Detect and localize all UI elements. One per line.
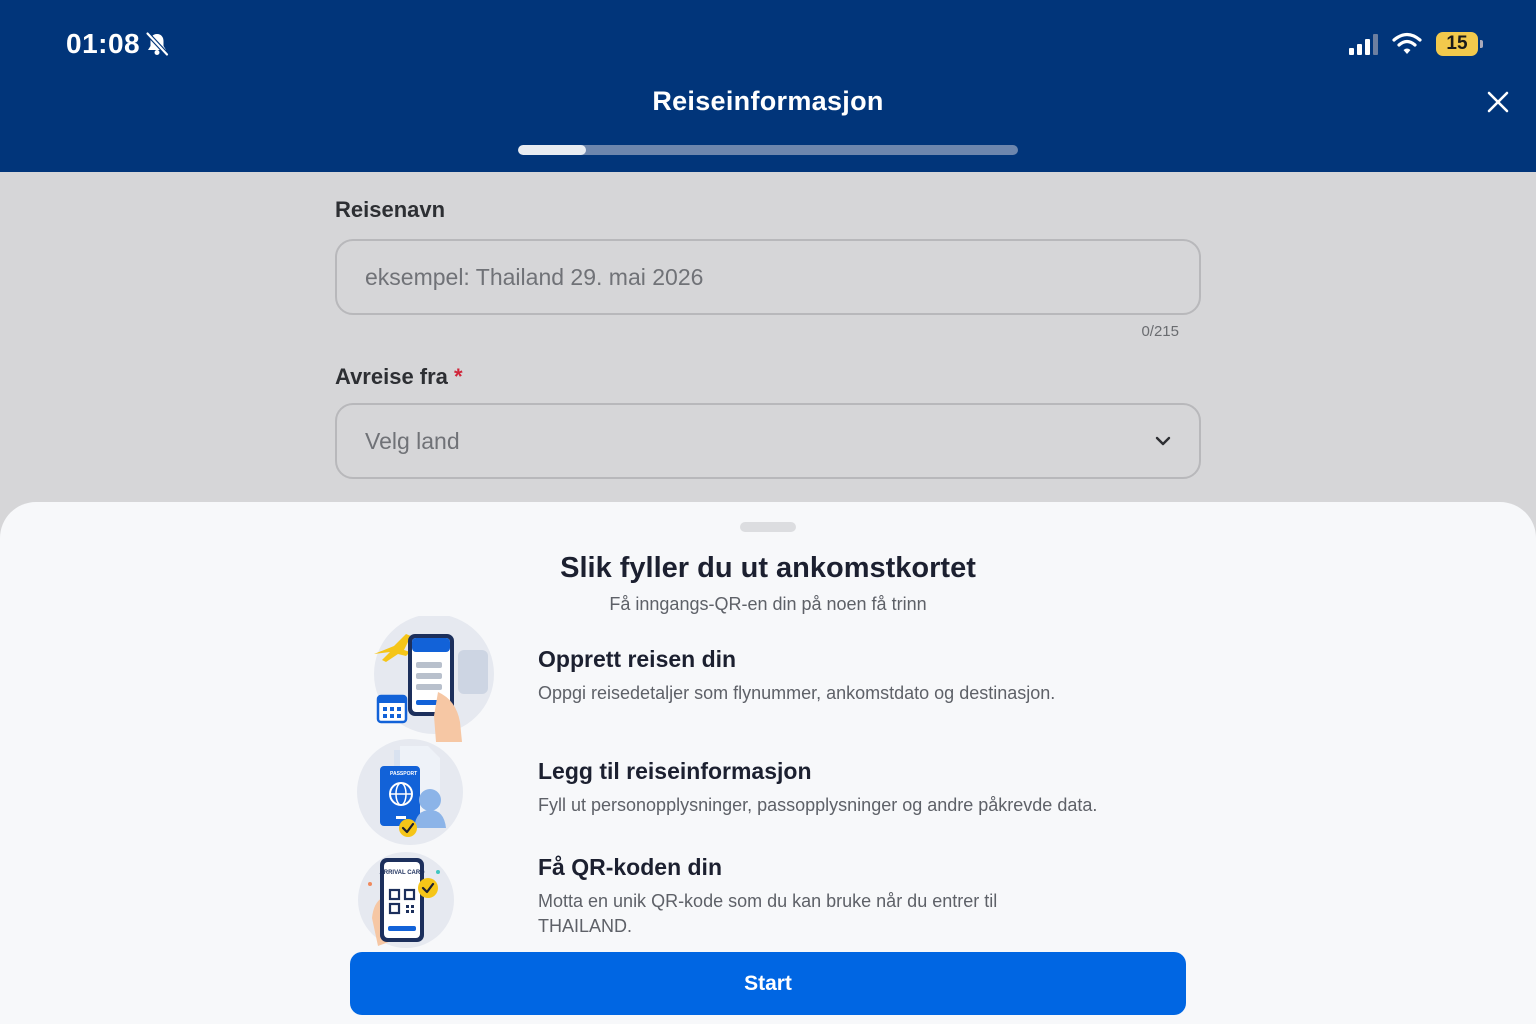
departure-select-value: Velg land <box>365 427 460 454</box>
passport-icon: PASSPORT <box>357 739 463 845</box>
trip-name-counter: 0/215 <box>1141 323 1179 340</box>
status-time: 01:08 <box>66 28 141 59</box>
passport-text: PASSPORT <box>390 771 417 777</box>
step-1-title: Opprett reisen din <box>538 646 737 672</box>
chevron-down-icon <box>1155 436 1171 446</box>
phone-flight-icon <box>374 616 494 742</box>
step-3-description: Motta en unik QR-kode som du kan bruke n… <box>538 891 998 936</box>
sheet-handle[interactable] <box>740 522 796 532</box>
step-2-description: Fyll ut personopplysninger, passopplysni… <box>538 795 1098 815</box>
arrival-card-text: ARRIVAL CARD <box>379 870 425 876</box>
progress-fill <box>518 145 586 155</box>
sheet-subtitle: Få inngangs-QR-en din på noen få trinn <box>609 594 927 614</box>
bell-slash-icon <box>145 31 169 57</box>
departure-label: Avreise fra * <box>335 364 1201 390</box>
qr-phone-icon: ARRIVAL CARD <box>358 852 454 948</box>
step-1-description: Oppgi reisedetaljer som flynummer, ankom… <box>538 683 1056 703</box>
departure-label-text: Avreise fra <box>335 364 448 389</box>
app-header: 01:08 15 Reiseinformasjon <box>0 0 1536 172</box>
step-3-title: Få QR-koden din <box>538 854 722 880</box>
trip-form: Reisenavn eksempel: Thailand 29. mai 202… <box>335 172 1201 479</box>
step-2-title: Legg til reiseinformasjon <box>538 758 812 784</box>
battery-icon: 15 <box>1436 32 1483 56</box>
trip-name-input[interactable]: eksempel: Thailand 29. mai 2026 <box>335 239 1201 315</box>
sheet-title: Slik fyller du ut ankomstkortet <box>560 552 976 584</box>
page-title: Reiseinformasjon <box>652 86 884 116</box>
wifi-icon <box>1392 32 1422 54</box>
close-icon[interactable] <box>1484 88 1512 116</box>
bottom-sheet: Slik fyller du ut ankomstkortet Få innga… <box>0 502 1536 1024</box>
signal-icon <box>1349 33 1378 55</box>
start-button[interactable]: Start <box>350 952 1186 1015</box>
departure-select[interactable]: Velg land <box>335 403 1201 479</box>
trip-name-label: Reisenavn <box>335 197 446 222</box>
required-mark: * <box>454 364 463 389</box>
status-indicators: 15 <box>1349 30 1483 58</box>
progress-bar <box>518 145 1018 155</box>
